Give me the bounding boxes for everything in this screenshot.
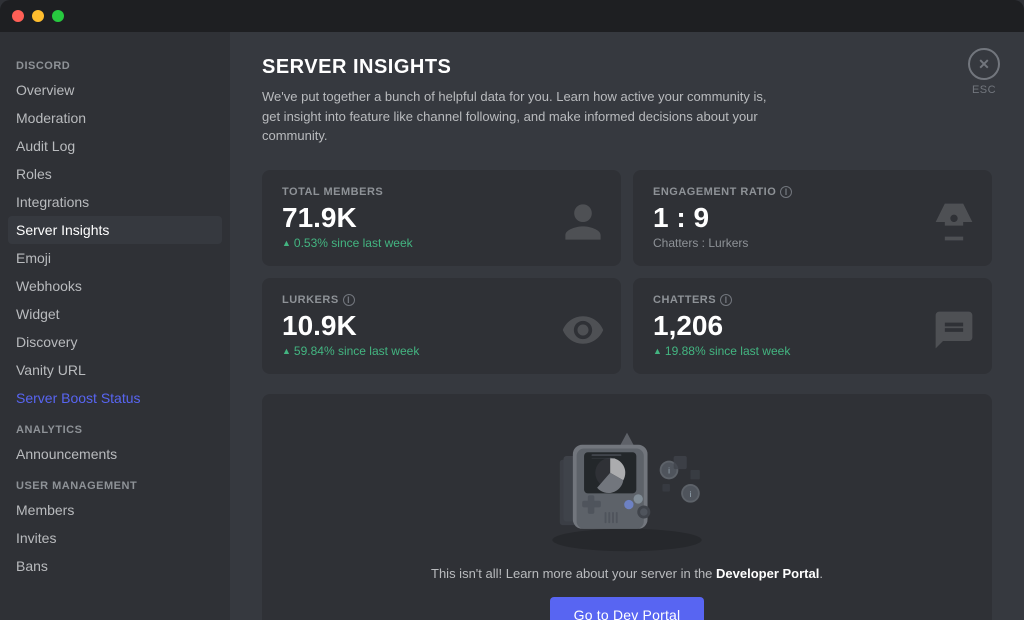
- info-icon-engagement[interactable]: i: [780, 186, 792, 198]
- sidebar-item-invites[interactable]: Invites: [8, 524, 222, 552]
- stat-change-total-members: 0.53% since last week: [282, 236, 601, 250]
- sidebar-item-moderation[interactable]: Moderation: [8, 104, 222, 132]
- scale-icon: [932, 200, 976, 254]
- stat-card-engagement-ratio: ENGAGEMENT RATIO i 1 : 9 Chatters : Lurk…: [633, 170, 992, 266]
- sidebar-item-server-insights[interactable]: Server Insights: [8, 216, 222, 244]
- sidebar-item-widget[interactable]: Widget: [8, 300, 222, 328]
- minimize-button[interactable]: [32, 10, 44, 22]
- section-label-analytics: ANALYTICS: [8, 412, 222, 440]
- stat-label-engagement-ratio: ENGAGEMENT RATIO i: [653, 186, 972, 198]
- dev-portal-button[interactable]: Go to Dev Portal: [550, 597, 705, 620]
- stat-card-lurkers: LURKERS i 10.9K 59.84% since last week: [262, 278, 621, 374]
- esc-icon[interactable]: ✕: [968, 48, 1000, 80]
- stat-change-chatters: 19.88% since last week: [653, 344, 972, 358]
- sidebar-item-bans[interactable]: Bans: [8, 552, 222, 580]
- section-label-discord: DISCORD: [8, 48, 222, 76]
- sidebar-item-emoji[interactable]: Emoji: [8, 244, 222, 272]
- promo-text: This isn't all! Learn more about your se…: [431, 566, 823, 581]
- stat-value-chatters: 1,206: [653, 310, 972, 342]
- sidebar-item-audit-log[interactable]: Audit Log: [8, 132, 222, 160]
- stat-label-total-members: TOTAL MEMBERS: [282, 186, 601, 198]
- person-icon: [561, 200, 605, 254]
- sidebar-item-server-boost-status[interactable]: Server Boost Status: [8, 384, 222, 412]
- stats-grid: TOTAL MEMBERS 71.9K 0.53% since last wee…: [262, 170, 992, 374]
- close-button[interactable]: [12, 10, 24, 22]
- stat-value-total-members: 71.9K: [282, 202, 601, 234]
- svg-text:i: i: [668, 465, 670, 475]
- sidebar-item-integrations[interactable]: Integrations: [8, 188, 222, 216]
- eye-icon: [561, 308, 605, 362]
- app-body: DISCORD Overview Moderation Audit Log Ro…: [0, 32, 1024, 620]
- promo-section: i i This isn't all! Learn mor: [262, 394, 992, 620]
- sidebar-item-vanity-url[interactable]: Vanity URL: [8, 356, 222, 384]
- stat-sub-engagement-ratio: Chatters : Lurkers: [653, 236, 972, 250]
- section-label-user-management: USER MANAGEMENT: [8, 468, 222, 496]
- maximize-button[interactable]: [52, 10, 64, 22]
- stat-value-engagement-ratio: 1 : 9: [653, 202, 972, 234]
- info-icon-chatters[interactable]: i: [720, 294, 732, 306]
- esc-label: ESC: [972, 84, 996, 96]
- sidebar-item-discovery[interactable]: Discovery: [8, 328, 222, 356]
- sidebar-item-roles[interactable]: Roles: [8, 160, 222, 188]
- window-chrome: [0, 0, 1024, 32]
- stat-label-chatters: CHATTERS i: [653, 294, 972, 306]
- info-icon-lurkers[interactable]: i: [343, 294, 355, 306]
- gameboy-svg: i i: [487, 414, 767, 554]
- page-description: We've put together a bunch of helpful da…: [262, 87, 782, 146]
- stat-card-total-members: TOTAL MEMBERS 71.9K 0.53% since last wee…: [262, 170, 621, 266]
- svg-text:i: i: [690, 489, 692, 499]
- page-title: SERVER INSIGHTS: [262, 56, 992, 79]
- chat-icon: [932, 308, 976, 362]
- stat-label-lurkers: LURKERS i: [282, 294, 601, 306]
- promo-illustration: i i: [487, 414, 767, 554]
- sidebar-item-overview[interactable]: Overview: [8, 76, 222, 104]
- sidebar-item-webhooks[interactable]: Webhooks: [8, 272, 222, 300]
- stat-value-lurkers: 10.9K: [282, 310, 601, 342]
- stat-card-chatters: CHATTERS i 1,206 19.88% since last week: [633, 278, 992, 374]
- main-content: ✕ ESC SERVER INSIGHTS We've put together…: [230, 32, 1024, 620]
- sidebar: DISCORD Overview Moderation Audit Log Ro…: [0, 32, 230, 620]
- sidebar-item-announcements[interactable]: Announcements: [8, 440, 222, 468]
- sidebar-item-members[interactable]: Members: [8, 496, 222, 524]
- stat-change-lurkers: 59.84% since last week: [282, 344, 601, 358]
- esc-button[interactable]: ✕ ESC: [968, 48, 1000, 96]
